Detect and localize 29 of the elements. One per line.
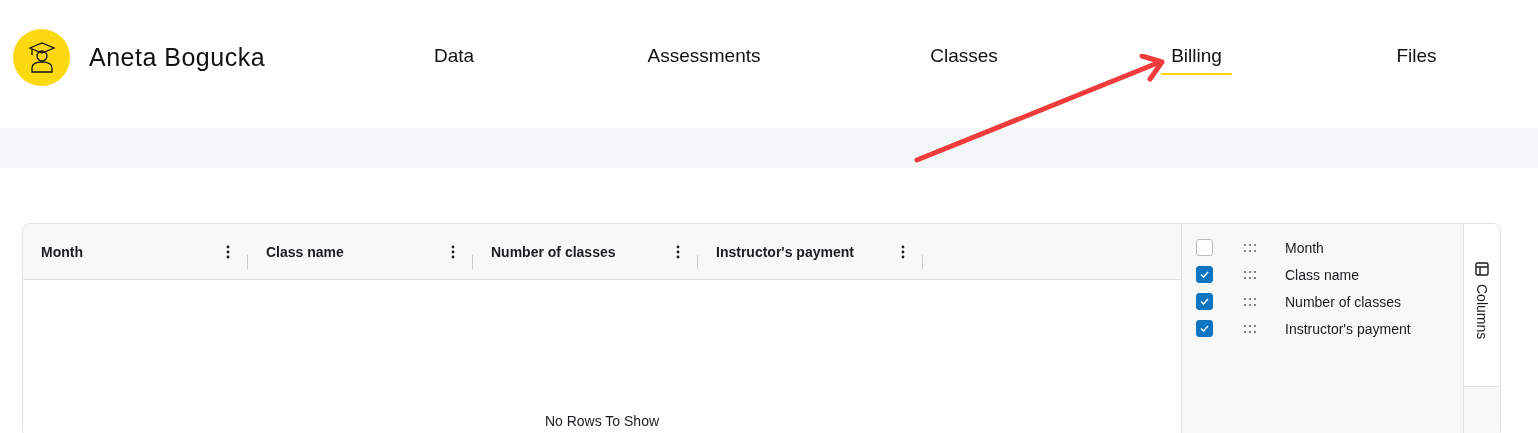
- drag-handle-icon[interactable]: [1243, 323, 1257, 334]
- checkmark-icon: [1200, 325, 1209, 332]
- checkbox[interactable]: [1196, 239, 1213, 256]
- column-label: Class name: [1285, 266, 1359, 283]
- checkbox[interactable]: [1196, 293, 1213, 310]
- column-label: Month: [1285, 239, 1324, 256]
- user-name: Aneta Bogucka: [89, 42, 267, 72]
- nav-tab[interactable]: Files: [1386, 39, 1447, 75]
- checkbox[interactable]: [1196, 266, 1213, 283]
- column-label: Instructor's payment: [1285, 320, 1411, 337]
- menu-icon[interactable]: [226, 244, 230, 259]
- menu-icon[interactable]: [451, 244, 455, 259]
- table-icon: [1475, 262, 1489, 276]
- drag-handle-icon[interactable]: [1243, 296, 1257, 307]
- column-label: Number of classes: [1285, 293, 1401, 310]
- drag-handle-icon[interactable]: [1243, 242, 1257, 253]
- nav-tab[interactable]: Classes: [920, 39, 1008, 75]
- menu-icon[interactable]: [676, 244, 680, 259]
- checkmark-icon: [1200, 298, 1209, 305]
- nav-tab[interactable]: Assessments: [637, 39, 771, 75]
- checkmark-icon: [1200, 271, 1209, 278]
- empty-message: No Rows To Show: [544, 413, 660, 429]
- checkbox[interactable]: [1196, 320, 1213, 337]
- graduate-icon: [26, 41, 57, 73]
- columns-tab[interactable]: Columns: [1464, 224, 1500, 387]
- menu-icon[interactable]: [901, 244, 905, 259]
- nav-tab[interactable]: Billing: [1161, 39, 1232, 75]
- drag-handle-icon[interactable]: [1243, 269, 1257, 280]
- nav-tab[interactable]: Data: [423, 39, 485, 75]
